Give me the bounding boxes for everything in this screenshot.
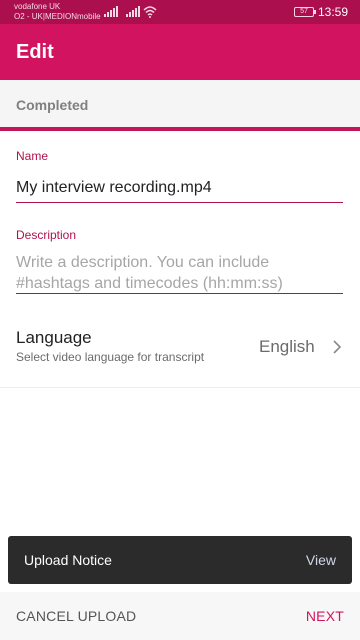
wifi-icon [143, 6, 157, 18]
chevron-right-icon [333, 340, 342, 354]
snackbar-message: Upload Notice [24, 552, 112, 568]
upload-status-row: Completed [0, 80, 360, 128]
upload-status-text: Completed [16, 97, 89, 113]
carrier-primary: vodafone UK [14, 2, 61, 11]
upload-notice-snackbar: Upload Notice View [8, 536, 352, 584]
app-bar: Edit [0, 24, 360, 80]
bottom-action-bar: CANCEL UPLOAD NEXT [0, 592, 360, 640]
carrier-info: vodafone UK O2 - UK|MEDIONmobile [14, 2, 101, 22]
signal-icon [104, 6, 118, 17]
battery-icon: 57 [294, 7, 316, 17]
status-bar: vodafone UK O2 - UK|MEDIONmobile 57 13:5… [0, 0, 360, 24]
page-title: Edit [16, 41, 54, 63]
cancel-upload-button[interactable]: CANCEL UPLOAD [16, 608, 136, 624]
clock: 13:59 [318, 5, 349, 19]
upload-progress-bar [0, 127, 360, 131]
language-title: Language [16, 328, 92, 347]
description-label: Description [16, 228, 77, 242]
name-label: Name [16, 149, 49, 163]
carrier-secondary: O2 - UK|MEDIONmobile [14, 12, 101, 21]
language-subtitle: Select video language for transcript [16, 350, 205, 364]
language-value: English [259, 337, 315, 356]
next-button[interactable]: NEXT [306, 608, 344, 624]
description-input[interactable] [16, 252, 343, 294]
signal-icon [126, 6, 140, 17]
snackbar-view-button[interactable]: View [306, 552, 336, 568]
language-selector[interactable]: Language Select video language for trans… [0, 318, 360, 388]
name-input[interactable] [16, 173, 343, 203]
edit-screen: vodafone UK O2 - UK|MEDIONmobile 57 13:5… [0, 0, 360, 640]
